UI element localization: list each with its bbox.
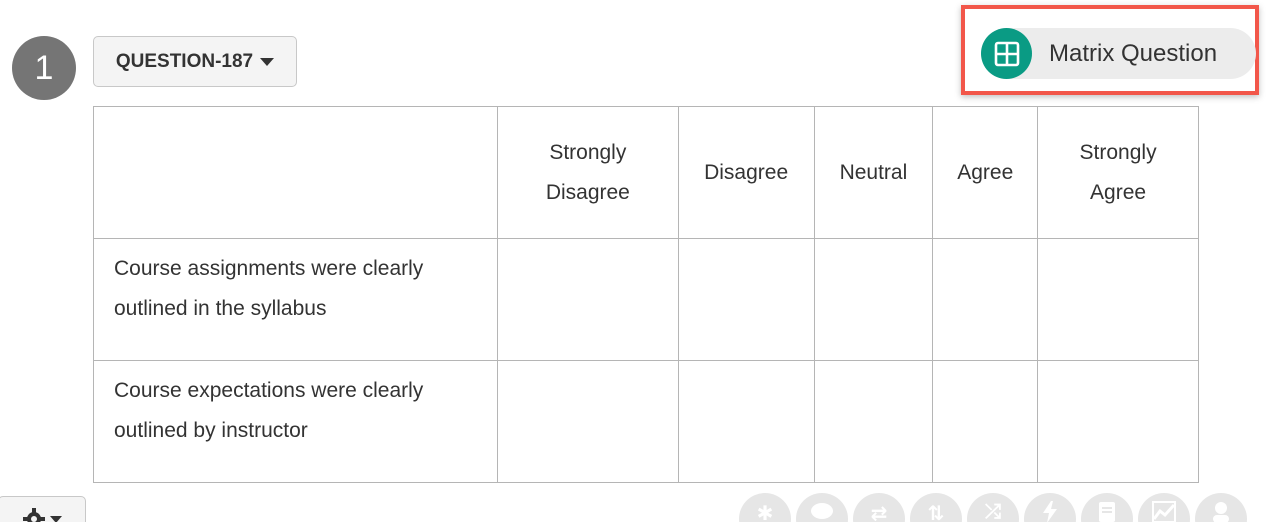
- matrix-column-header: Disagree: [677, 106, 815, 239]
- person-icon[interactable]: [1195, 493, 1247, 522]
- document-icon[interactable]: [1081, 493, 1133, 522]
- matrix-answer-cell[interactable]: [813, 238, 934, 361]
- matrix-column-header: Agree: [932, 106, 1039, 239]
- question-number-badge: 1: [12, 36, 76, 100]
- matrix-column-header: Strongly Disagree: [496, 106, 679, 239]
- comment-icon[interactable]: [796, 493, 848, 522]
- matrix-row-statement: Course assignments were clearly outlined…: [93, 238, 498, 361]
- matrix-row-statement: Course expectations were clearly outline…: [93, 360, 498, 483]
- shuffle-icon[interactable]: ⤮: [967, 493, 1019, 522]
- matrix-row: Course expectations were clearly outline…: [93, 360, 1199, 483]
- question-type-button[interactable]: Matrix Question: [981, 28, 1256, 79]
- matrix-header-row: Strongly Disagree Disagree Neutral Agree…: [93, 106, 1199, 239]
- asterisk-icon[interactable]: ✱: [739, 493, 791, 522]
- settings-dropdown-button[interactable]: [0, 496, 86, 522]
- matrix-corner-cell: [93, 106, 498, 239]
- sort-icon[interactable]: ⇅: [910, 493, 962, 522]
- question-number: 1: [34, 48, 54, 87]
- matrix-answer-cell[interactable]: [813, 360, 934, 483]
- gear-icon: [22, 507, 46, 522]
- caret-down-icon: [50, 516, 62, 522]
- matrix-table: Strongly Disagree Disagree Neutral Agree…: [93, 106, 1199, 483]
- question-tools: ✱ ⇄ ⇅ ⤮: [739, 493, 1247, 522]
- matrix-answer-cell[interactable]: [496, 360, 679, 483]
- matrix-answer-cell[interactable]: [932, 238, 1039, 361]
- matrix-grid-icon: [981, 28, 1032, 79]
- matrix-answer-cell[interactable]: [496, 238, 679, 361]
- lightning-icon[interactable]: [1024, 493, 1076, 522]
- question-type-label: Matrix Question: [1049, 39, 1218, 67]
- matrix-row: Course assignments were clearly outlined…: [93, 238, 1199, 361]
- matrix-column-header: Strongly Agree: [1037, 106, 1199, 239]
- chart-icon[interactable]: [1138, 493, 1190, 522]
- question-id-dropdown[interactable]: QUESTION-187: [93, 36, 297, 87]
- caret-down-icon: [260, 58, 275, 66]
- swap-icon[interactable]: ⇄: [853, 493, 905, 522]
- question-id-label: QUESTION-187: [115, 50, 254, 72]
- matrix-answer-cell[interactable]: [1037, 238, 1199, 361]
- matrix-answer-cell[interactable]: [932, 360, 1039, 483]
- matrix-answer-cell[interactable]: [677, 360, 815, 483]
- matrix-answer-cell[interactable]: [1037, 360, 1199, 483]
- matrix-column-header: Neutral: [813, 106, 934, 239]
- matrix-answer-cell[interactable]: [677, 238, 815, 361]
